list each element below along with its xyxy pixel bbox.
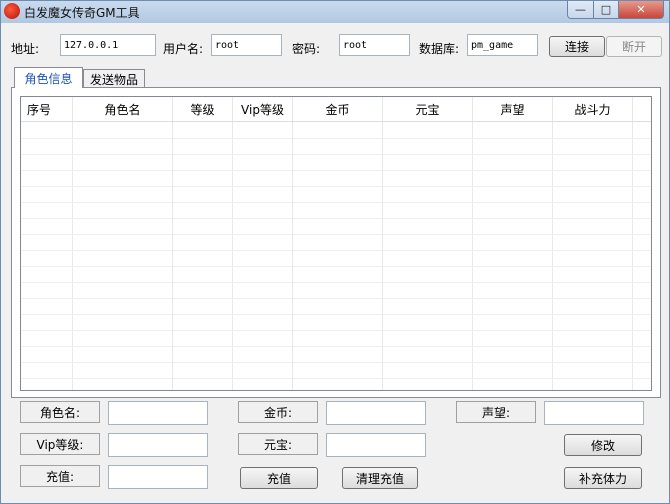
row-divider bbox=[21, 250, 651, 251]
column-divider bbox=[172, 122, 173, 390]
connect-button[interactable]: 连接 bbox=[549, 36, 605, 57]
row-divider bbox=[21, 138, 651, 139]
disconnect-button[interactable]: 断开 bbox=[606, 36, 662, 57]
yuanbao-input[interactable] bbox=[326, 433, 426, 457]
close-button[interactable]: ✕ bbox=[618, 1, 664, 19]
role-name-input[interactable] bbox=[108, 401, 208, 425]
gold-label: 金币: bbox=[238, 401, 318, 423]
recharge-label: 充值: bbox=[20, 465, 100, 487]
column-header-vip-level[interactable]: Vip等级 bbox=[233, 97, 293, 121]
row-divider bbox=[21, 378, 651, 379]
yuanbao-label: 元宝: bbox=[238, 433, 318, 455]
column-header-gold[interactable]: 金币 bbox=[293, 97, 383, 121]
reputation-label: 声望: bbox=[456, 401, 536, 423]
address-label: 地址: bbox=[11, 42, 40, 56]
row-divider bbox=[21, 154, 651, 155]
recharge-button[interactable]: 充值 bbox=[240, 467, 318, 489]
column-header-index[interactable]: 序号 bbox=[21, 97, 73, 121]
row-divider bbox=[21, 170, 651, 171]
reputation-input[interactable] bbox=[544, 401, 644, 425]
replenish-stamina-button[interactable]: 补充体力 bbox=[564, 467, 642, 489]
username-label: 用户名: bbox=[163, 42, 204, 56]
column-header-combat-power[interactable]: 战斗力 bbox=[553, 97, 633, 121]
tab-role-info[interactable]: 角色信息 bbox=[14, 67, 83, 88]
row-divider bbox=[21, 218, 651, 219]
clear-recharge-button[interactable]: 清理充值 bbox=[342, 467, 418, 489]
vip-level-label: Vip等级: bbox=[20, 433, 100, 455]
gold-input[interactable] bbox=[326, 401, 426, 425]
table-header: 序号 角色名 等级 Vip等级 金币 元宝 声望 战斗力 bbox=[21, 97, 651, 122]
database-input[interactable] bbox=[467, 34, 538, 56]
row-divider bbox=[21, 346, 651, 347]
column-divider bbox=[292, 122, 293, 390]
column-header-reputation[interactable]: 声望 bbox=[473, 97, 553, 121]
row-divider bbox=[21, 234, 651, 235]
database-label: 数据库: bbox=[419, 42, 460, 56]
row-divider bbox=[21, 186, 651, 187]
row-divider bbox=[21, 298, 651, 299]
column-header-role-name[interactable]: 角色名 bbox=[73, 97, 173, 121]
modify-button[interactable]: 修改 bbox=[564, 434, 642, 456]
column-divider bbox=[632, 122, 633, 390]
role-table[interactable]: 序号 角色名 等级 Vip等级 金币 元宝 声望 战斗力 bbox=[20, 96, 652, 391]
recharge-input[interactable] bbox=[108, 465, 208, 489]
row-divider bbox=[21, 362, 651, 363]
password-input[interactable] bbox=[339, 34, 410, 56]
address-input[interactable] bbox=[60, 34, 156, 56]
window-title: 白发魔女传奇GM工具 bbox=[24, 6, 140, 20]
column-divider bbox=[232, 122, 233, 390]
maximize-button[interactable]: □ bbox=[593, 1, 619, 19]
vip-level-input[interactable] bbox=[108, 433, 208, 457]
column-divider bbox=[72, 122, 73, 390]
row-divider bbox=[21, 202, 651, 203]
row-divider bbox=[21, 266, 651, 267]
row-divider bbox=[21, 314, 651, 315]
column-divider bbox=[472, 122, 473, 390]
minimize-button[interactable]: — bbox=[567, 1, 594, 19]
column-divider bbox=[552, 122, 553, 390]
row-divider bbox=[21, 330, 651, 331]
column-divider bbox=[382, 122, 383, 390]
table-body[interactable] bbox=[21, 122, 651, 390]
tab-send-items[interactable]: 发送物品 bbox=[83, 69, 145, 88]
column-header-level[interactable]: 等级 bbox=[173, 97, 233, 121]
app-logo-icon bbox=[4, 3, 20, 19]
password-label: 密码: bbox=[292, 42, 321, 56]
role-name-label: 角色名: bbox=[20, 401, 100, 423]
column-header-yuanbao[interactable]: 元宝 bbox=[383, 97, 473, 121]
gm-tool-window: 白发魔女传奇GM工具 — □ ✕ 地址: 用户名: 密码: 数据库: 连接 断开… bbox=[0, 0, 670, 504]
username-input[interactable] bbox=[211, 34, 282, 56]
row-divider bbox=[21, 282, 651, 283]
title-bar[interactable]: 白发魔女传奇GM工具 — □ ✕ bbox=[1, 1, 669, 23]
